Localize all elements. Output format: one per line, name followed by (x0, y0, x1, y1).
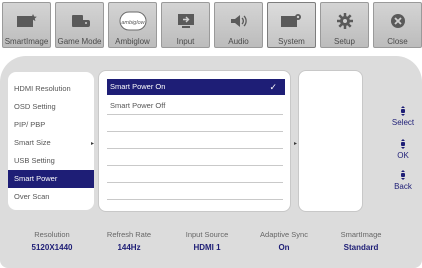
tab-label: Input (176, 37, 195, 46)
status-label: Refresh Rate (106, 230, 152, 239)
back-control[interactable]: Back (386, 170, 420, 191)
status-smartimage: SmartImage Standard (321, 230, 401, 252)
status-label: Input Source (185, 230, 229, 239)
system-icon (280, 9, 304, 33)
status-label: Resolution (34, 230, 70, 239)
status-resolution: Resolution 5120X1440 (12, 230, 92, 252)
status-input-source: Input Source HDMI 1 (167, 230, 247, 252)
status-refresh-rate: Refresh Rate 144Hz (89, 230, 169, 252)
tab-input[interactable]: Input (161, 2, 210, 48)
tab-game-mode[interactable]: Game Mode (55, 2, 104, 48)
tab-ambiglow[interactable]: ambiglow Ambiglow (108, 2, 157, 48)
ambiglow-icon: ambiglow (118, 9, 148, 33)
status-label: SmartImage (340, 230, 382, 239)
tab-label: Ambiglow (115, 37, 150, 46)
tab-close[interactable]: Close (373, 2, 422, 48)
tab-label: SmartImage (4, 37, 49, 46)
dpad-back-icon (401, 170, 405, 180)
control-label: Back (394, 182, 412, 191)
svg-text:ambiglow: ambiglow (121, 20, 145, 26)
status-value: Standard (343, 243, 379, 252)
control-label: OK (397, 151, 409, 160)
tab-setup[interactable]: Setup (320, 2, 369, 48)
menu-item-smart-size[interactable]: Smart Size (8, 134, 94, 152)
detail-column (298, 70, 363, 212)
option-divider (107, 182, 283, 183)
close-icon (388, 9, 408, 33)
checkmark-icon: ✓ (269, 82, 277, 92)
tab-system[interactable]: System (267, 2, 316, 48)
select-control[interactable]: Select (386, 106, 420, 127)
menu-item-over-scan[interactable]: Over Scan (8, 188, 94, 206)
status-value: On (278, 243, 290, 252)
menu-item-usb-setting[interactable]: USB Setting (8, 152, 94, 170)
option-smart-power-off[interactable]: Smart Power Off (107, 98, 285, 114)
option-smart-power-on[interactable]: Smart Power On ✓ (107, 79, 285, 95)
tab-label: Setup (334, 37, 355, 46)
menu-item-osd-setting[interactable]: OSD Setting (8, 98, 94, 116)
smartimage-icon (16, 9, 38, 33)
tab-label: Close (387, 37, 408, 46)
dpad-select-icon (401, 106, 405, 116)
input-icon (175, 9, 197, 33)
smart-power-submenu: Smart Power On ✓ Smart Power Off (98, 70, 291, 212)
tab-label: Game Mode (57, 37, 102, 46)
ok-control[interactable]: OK (386, 139, 420, 160)
menu-item-smart-power[interactable]: Smart Power (8, 170, 94, 188)
status-value: HDMI 1 (193, 243, 221, 252)
option-divider (107, 114, 283, 115)
expand-arrow-icon: ▸ (91, 141, 95, 147)
tab-audio[interactable]: Audio (214, 2, 263, 48)
status-value: 144Hz (117, 243, 141, 252)
tab-smartimage[interactable]: SmartImage (2, 2, 51, 48)
speaker-icon (228, 9, 250, 33)
tab-label: Audio (228, 37, 249, 46)
menu-item-pip-pbp[interactable]: PIP/ PBP (8, 116, 94, 134)
option-divider (107, 131, 283, 132)
option-divider (107, 165, 283, 166)
gamepad-icon (69, 9, 91, 33)
system-menu: HDMI Resolution OSD Setting PIP/ PBP Sma… (8, 72, 94, 210)
control-label: Select (391, 118, 415, 127)
status-value: 5120X1440 (31, 243, 73, 252)
status-adaptive-sync: Adaptive Sync On (244, 230, 324, 252)
tab-bar: SmartImage Game Mode ambiglow Ambiglow I… (2, 2, 422, 50)
gear-icon (335, 9, 355, 33)
option-divider (107, 199, 283, 200)
option-label: Smart Power On (110, 82, 166, 91)
status-label: Adaptive Sync (260, 230, 308, 239)
dpad-ok-icon (401, 139, 405, 149)
tab-label: System (278, 37, 305, 46)
expand-arrow-icon: ▸ (294, 141, 298, 147)
menu-item-hdmi-resolution[interactable]: HDMI Resolution (8, 80, 94, 98)
option-divider (107, 148, 283, 149)
